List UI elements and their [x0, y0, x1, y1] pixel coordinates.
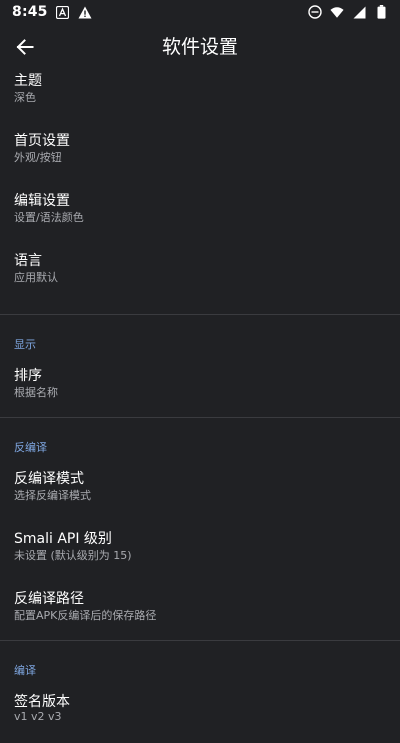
setting-title: 编辑设置 — [14, 193, 70, 209]
section-header-label: 反编译 — [14, 441, 47, 454]
setting-subtitle: 配置APK反编译后的保存路径 — [14, 609, 157, 622]
setting-theme[interactable]: 主题 深色 — [0, 62, 400, 122]
warning-icon — [78, 5, 92, 19]
setting-title: 主题 — [14, 73, 42, 89]
setting-sort[interactable]: 排序 根据名称 — [0, 357, 400, 417]
status-bar: 8:45 — [0, 0, 400, 24]
a-icon — [56, 5, 70, 19]
setting-title: 排序 — [14, 368, 42, 384]
setting-subtitle: 深色 — [14, 91, 36, 104]
section-header-display: 显示 — [0, 315, 400, 357]
setting-title: 反编译模式 — [14, 471, 84, 487]
signal-icon — [352, 5, 366, 19]
setting-subtitle: v1 v2 v3 — [14, 710, 62, 723]
do-not-disturb-icon — [308, 5, 322, 19]
section-header-decompile: 反编译 — [0, 418, 400, 460]
section-header-label: 显示 — [14, 338, 36, 351]
setting-subtitle: 根据名称 — [14, 386, 58, 399]
setting-subtitle: 选择反编译模式 — [14, 489, 91, 502]
setting-signature-version[interactable]: 签名版本 v1 v2 v3 — [0, 683, 400, 743]
wifi-icon — [330, 5, 344, 19]
setting-title: Smali API 级别 — [14, 531, 112, 547]
section-header-label: 编译 — [14, 664, 36, 677]
setting-language[interactable]: 语言 应用默认 — [0, 242, 400, 302]
setting-subtitle: 应用默认 — [14, 271, 58, 284]
setting-home[interactable]: 首页设置 外观/按钮 — [0, 122, 400, 182]
setting-decompile-mode[interactable]: 反编译模式 选择反编译模式 — [0, 460, 400, 520]
setting-subtitle: 外观/按钮 — [14, 151, 62, 164]
section-header-compile: 编译 — [0, 641, 400, 683]
setting-smali-api-level[interactable]: Smali API 级别 未设置 (默认级别为 15) — [0, 520, 400, 580]
setting-title: 签名版本 — [14, 694, 70, 710]
setting-title: 语言 — [14, 253, 42, 269]
battery-icon — [374, 5, 388, 19]
status-right — [308, 5, 388, 19]
setting-title: 反编译路径 — [14, 591, 84, 607]
status-time: 8:45 — [12, 4, 48, 20]
setting-subtitle: 设置/语法颜色 — [14, 211, 84, 224]
settings-list: 主题 深色 首页设置 外观/按钮 编辑设置 设置/语法颜色 语言 应用默认 显示… — [0, 62, 400, 743]
setting-editor[interactable]: 编辑设置 设置/语法颜色 — [0, 182, 400, 242]
status-left: 8:45 — [12, 4, 92, 20]
setting-decompile-path[interactable]: 反编译路径 配置APK反编译后的保存路径 — [0, 580, 400, 640]
setting-subtitle: 未设置 (默认级别为 15) — [14, 549, 132, 562]
setting-title: 首页设置 — [14, 133, 70, 149]
